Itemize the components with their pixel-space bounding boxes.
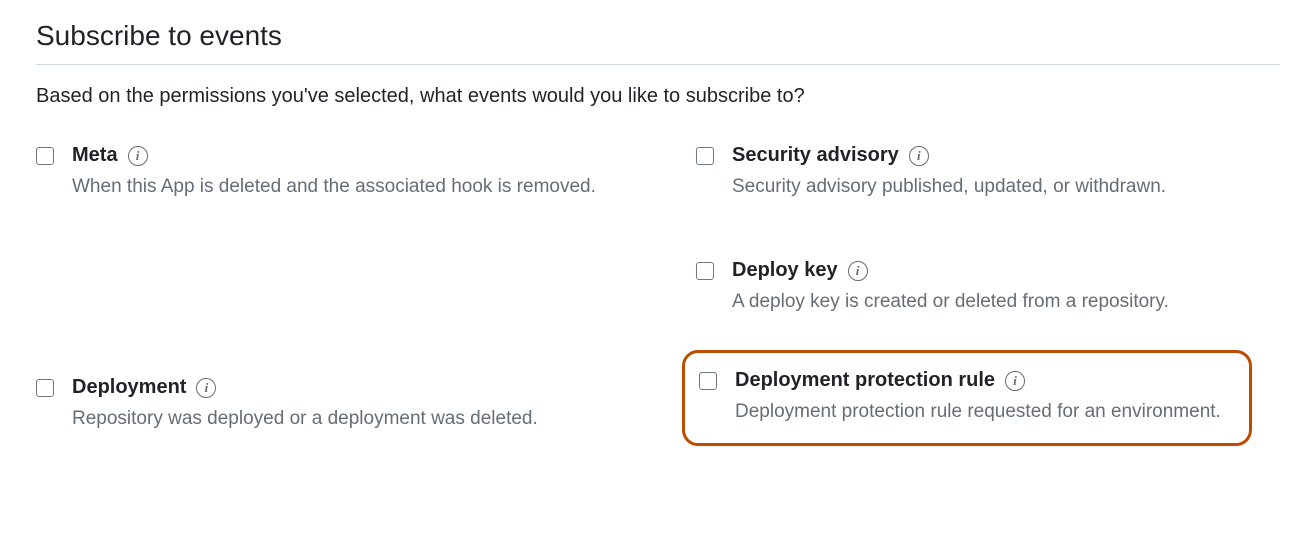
checkbox-security-advisory[interactable] <box>696 147 714 165</box>
event-content: Deploy key i A deploy key is created or … <box>732 259 1296 317</box>
checkbox-deployment[interactable] <box>36 379 54 397</box>
info-icon[interactable]: i <box>848 261 868 281</box>
event-content: Security advisory i Security advisory pu… <box>732 144 1296 202</box>
event-title: Deployment protection rule <box>735 369 995 392</box>
event-title: Meta <box>72 144 118 167</box>
event-content: Meta i When this App is deleted and the … <box>72 144 626 202</box>
section-heading: Subscribe to events <box>36 20 1280 65</box>
event-content: Deployment i Repository was deployed or … <box>72 376 626 434</box>
event-description: Repository was deployed or a deployment … <box>72 405 626 434</box>
event-description: A deploy key is created or deleted from … <box>732 288 1296 317</box>
event-item-deployment-protection-rule: Deployment protection rule i Deployment … <box>682 350 1252 446</box>
info-icon[interactable]: i <box>1005 371 1025 391</box>
event-item-meta: Meta i When this App is deleted and the … <box>36 144 626 202</box>
event-title: Deploy key <box>732 259 838 282</box>
info-icon[interactable]: i <box>196 378 216 398</box>
event-title-row: Security advisory i <box>732 144 1296 167</box>
event-content: Deployment protection rule i Deployment … <box>735 369 1231 427</box>
event-description: Security advisory published, updated, or… <box>732 173 1296 202</box>
subscribe-events-section: Subscribe to events Based on the permiss… <box>0 0 1316 164</box>
checkbox-meta[interactable] <box>36 147 54 165</box>
checkbox-deployment-protection-rule[interactable] <box>699 372 717 390</box>
event-description: Deployment protection rule requested for… <box>735 398 1231 427</box>
event-title-row: Deployment protection rule i <box>735 369 1231 392</box>
event-title-row: Deployment i <box>72 376 626 399</box>
event-description: When this App is deleted and the associa… <box>72 173 626 202</box>
section-subtitle: Based on the permissions you've selected… <box>36 85 1280 108</box>
info-icon[interactable]: i <box>128 146 148 166</box>
info-icon[interactable]: i <box>909 146 929 166</box>
event-title: Deployment <box>72 376 186 399</box>
event-item-security-advisory: Security advisory i Security advisory pu… <box>696 144 1296 202</box>
event-title-row: Meta i <box>72 144 626 167</box>
checkbox-deploy-key[interactable] <box>696 262 714 280</box>
event-item-deploy-key: Deploy key i A deploy key is created or … <box>696 259 1296 317</box>
event-title: Security advisory <box>732 144 899 167</box>
event-item-deployment: Deployment i Repository was deployed or … <box>36 376 626 434</box>
event-title-row: Deploy key i <box>732 259 1296 282</box>
